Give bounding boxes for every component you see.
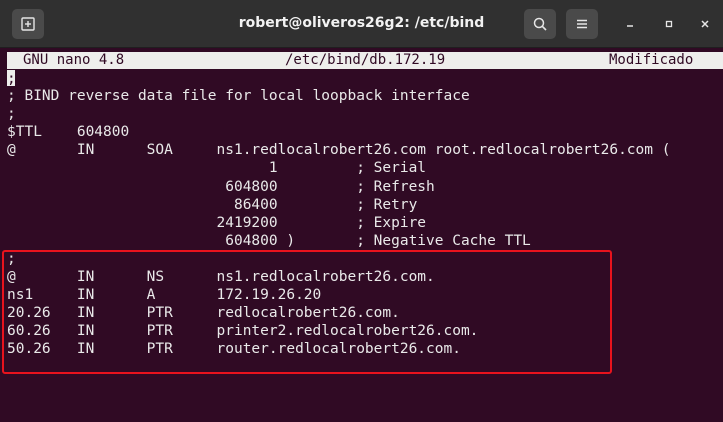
file-line: 1 ; Serial — [7, 160, 427, 177]
search-icon — [533, 17, 547, 31]
maximize-button[interactable] — [658, 13, 680, 35]
file-line: ; BIND reverse data file for local loopb… — [7, 88, 470, 105]
file-line: 604800 ; Refresh — [7, 178, 435, 195]
window-title: robert@oliveros26g2: /etc/bind — [238, 15, 485, 31]
nano-status: Modificado — [609, 52, 694, 68]
close-icon — [701, 20, 709, 28]
minimize-icon — [627, 25, 633, 27]
file-line: @ IN SOA ns1.redlocalrobert26.com root.r… — [7, 142, 671, 159]
file-line: ; — [7, 106, 16, 123]
file-line: 2419200 ; Expire — [7, 214, 427, 231]
minimize-button[interactable] — [619, 13, 641, 35]
window-titlebar: robert@oliveros26g2: /etc/bind — [0, 0, 723, 48]
terminal-area[interactable]: GNU nano 4.8 /etc/bind/db.172.19 Modific… — [0, 48, 723, 422]
menu-button[interactable] — [566, 9, 598, 39]
nano-header-bar: GNU nano 4.8 /etc/bind/db.172.19 Modific… — [7, 52, 723, 69]
nano-version: GNU nano 4.8 — [23, 52, 125, 68]
file-line: 604800 ) ; Negative Cache TTL — [7, 232, 531, 249]
red-highlight-annotation — [2, 250, 612, 374]
text-cursor: ; — [7, 70, 16, 87]
file-line: ; — [7, 69, 723, 87]
maximize-icon — [665, 20, 673, 28]
search-button[interactable] — [524, 9, 556, 39]
file-line: 86400 ; Retry — [7, 196, 418, 213]
file-line: $TTL 604800 — [7, 124, 130, 141]
hamburger-menu-icon — [577, 19, 587, 29]
close-button[interactable] — [694, 13, 716, 35]
nano-filename: /etc/bind/db.172.19 — [285, 52, 446, 68]
